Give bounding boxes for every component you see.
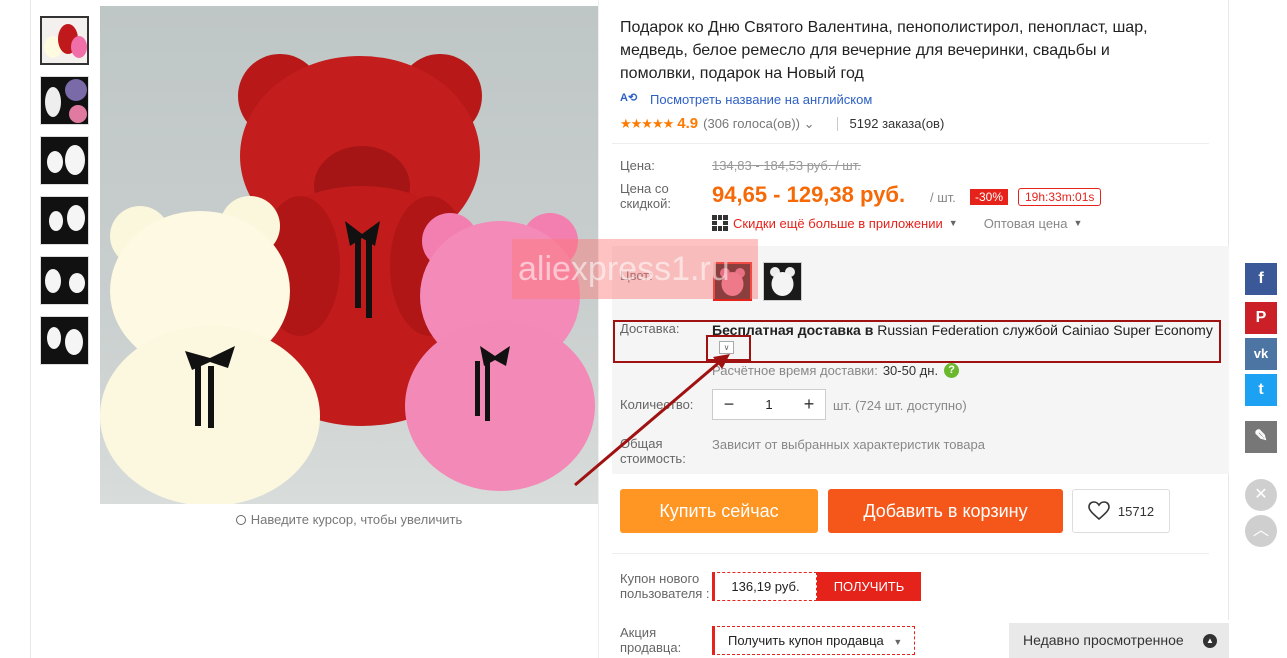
chevron-down-icon: ⌄ xyxy=(803,115,815,131)
seller-coupon-dropdown[interactable]: Получить купон продавца ▼ xyxy=(712,626,915,655)
discount-badge: -30% xyxy=(970,189,1009,205)
app-discount-link[interactable]: Скидки ещё больше в приложении xyxy=(733,216,943,231)
countdown-timer: 19h:33m:01s xyxy=(1018,188,1102,206)
recently-viewed-label[interactable]: Недавно просмотренное xyxy=(1023,632,1184,648)
rating-stars-icon: ★★★★★ xyxy=(620,115,674,131)
eta-label: Расчётное время доставки: xyxy=(712,363,878,378)
eta-value: 30-50 дн. xyxy=(882,363,939,378)
shipping-dropdown-highlight: ∨ xyxy=(706,335,751,361)
rating-votes-text[interactable]: (306 голоса(ов)) xyxy=(703,116,800,131)
color-swatch-white[interactable] xyxy=(763,262,802,301)
caret-down-icon[interactable]: ▼ xyxy=(949,218,958,228)
recently-viewed-bar[interactable]: Недавно просмотренное ▲ xyxy=(1009,623,1229,658)
quantity-increase-button[interactable]: + xyxy=(793,394,825,415)
column-divider xyxy=(598,0,599,658)
help-icon[interactable]: ? xyxy=(944,363,960,378)
shipping-method: Бесплатная доставка в Russian Federation… xyxy=(712,322,1213,338)
get-coupon-button[interactable]: ПОЛУЧИТЬ xyxy=(817,572,921,601)
chevron-up-icon[interactable]: ▲ xyxy=(1203,634,1217,648)
orders-count: 5192 заказа(ов) xyxy=(849,116,945,131)
quantity-label: Количество: xyxy=(620,397,694,412)
discount-price-label: Цена со скидкой: xyxy=(620,181,671,211)
translate-icon: A⟲ xyxy=(620,92,638,104)
discount-price: 94,65 - 129,38 руб. xyxy=(712,182,906,207)
chevron-down-icon[interactable]: ∨ xyxy=(719,341,734,354)
twitter-share-icon[interactable]: t xyxy=(1245,374,1277,406)
zoom-hint: Наведите курсор, чтобы увеличить xyxy=(100,512,598,527)
facebook-share-icon[interactable]: f xyxy=(1245,263,1277,295)
translate-link[interactable]: A⟲ Посмотреть название на английском xyxy=(620,91,872,107)
seller-coupon-text[interactable]: Получить купон продавца xyxy=(728,633,884,648)
magnifier-icon xyxy=(235,515,246,525)
price-label: Цена: xyxy=(620,158,655,173)
divider xyxy=(612,553,1209,554)
caret-down-icon[interactable]: ▼ xyxy=(1073,218,1082,228)
rating-score: 4.9 xyxy=(677,115,699,132)
scroll-up-icon[interactable]: ︿ xyxy=(1245,515,1277,547)
thumbnail-list xyxy=(40,16,90,376)
frame-border-left xyxy=(30,0,31,658)
caret-down-icon: ▼ xyxy=(893,637,903,647)
wholesale-price-link[interactable]: Оптовая цена xyxy=(984,216,1068,231)
close-icon[interactable]: ✕ xyxy=(1245,479,1277,511)
thumbnail-6[interactable] xyxy=(40,316,89,365)
app-discount-row: Скидки ещё больше в приложении ▼ Оптовая… xyxy=(712,215,1082,231)
total-note: Зависит от выбранных характеристик товар… xyxy=(712,437,985,452)
buy-now-button[interactable]: Купить сейчас xyxy=(620,489,818,533)
translate-link-text[interactable]: Посмотреть название на английском xyxy=(650,92,872,107)
thumbnail-4[interactable] xyxy=(40,196,89,245)
thumbnail-2[interactable] xyxy=(40,76,89,125)
thumbnail-3[interactable] xyxy=(40,136,89,185)
rating-separator xyxy=(836,116,838,131)
zoom-hint-text: Наведите курсор, чтобы увеличить xyxy=(250,512,463,527)
edit-icon[interactable]: ✎ xyxy=(1245,421,1277,453)
thumbnail-1[interactable] xyxy=(40,16,89,65)
heart-icon xyxy=(1088,501,1110,521)
new-user-coupon-label: Купон нового пользователя : xyxy=(620,571,710,601)
quantity-input[interactable]: 1 xyxy=(745,397,793,412)
coupon-amount: 136,19 руб. xyxy=(712,572,817,601)
add-to-cart-button[interactable]: Добавить в корзину xyxy=(828,489,1063,533)
product-title: Подарок ко Дню Святого Валентина, пенопо… xyxy=(620,19,1148,82)
vk-share-icon[interactable]: vk xyxy=(1245,338,1277,370)
rating-row: ★★★★★ 4.9 (306 голоса(ов)) ⌄ 5192 заказа… xyxy=(620,115,944,132)
pinterest-share-icon[interactable]: P xyxy=(1245,302,1277,334)
rating-votes[interactable]: (306 голоса(ов)) ⌄ xyxy=(703,116,814,132)
product-page: Наведите курсор, чтобы увеличить Подарок… xyxy=(0,0,1287,658)
thumbnail-5[interactable] xyxy=(40,256,89,305)
shipping-service-text: Russian Federation службой Cainiao Super… xyxy=(873,322,1213,338)
new-user-coupon: 136,19 руб. ПОЛУЧИТЬ xyxy=(712,572,921,601)
seller-promo-label: Акция продавца: xyxy=(620,625,682,655)
total-label: Общая стоимость: xyxy=(620,436,686,466)
old-price: 134,83 - 184,53 руб. / шт. xyxy=(712,158,861,173)
wishlist-count: 15712 xyxy=(1117,503,1155,519)
quantity-available: шт. (724 шт. доступно) xyxy=(833,398,967,413)
delivery-eta: Расчётное время доставки: 30-50 дн. ? xyxy=(712,363,960,378)
quantity-decrease-button[interactable]: − xyxy=(713,394,745,415)
watermark: aliexpress1.ru xyxy=(512,239,758,299)
qr-code-icon xyxy=(712,215,728,231)
price-unit: / шт. xyxy=(930,190,956,205)
divider xyxy=(612,143,1209,144)
quantity-stepper: − 1 + xyxy=(712,389,826,420)
wishlist-button[interactable]: 15712 xyxy=(1072,489,1170,533)
